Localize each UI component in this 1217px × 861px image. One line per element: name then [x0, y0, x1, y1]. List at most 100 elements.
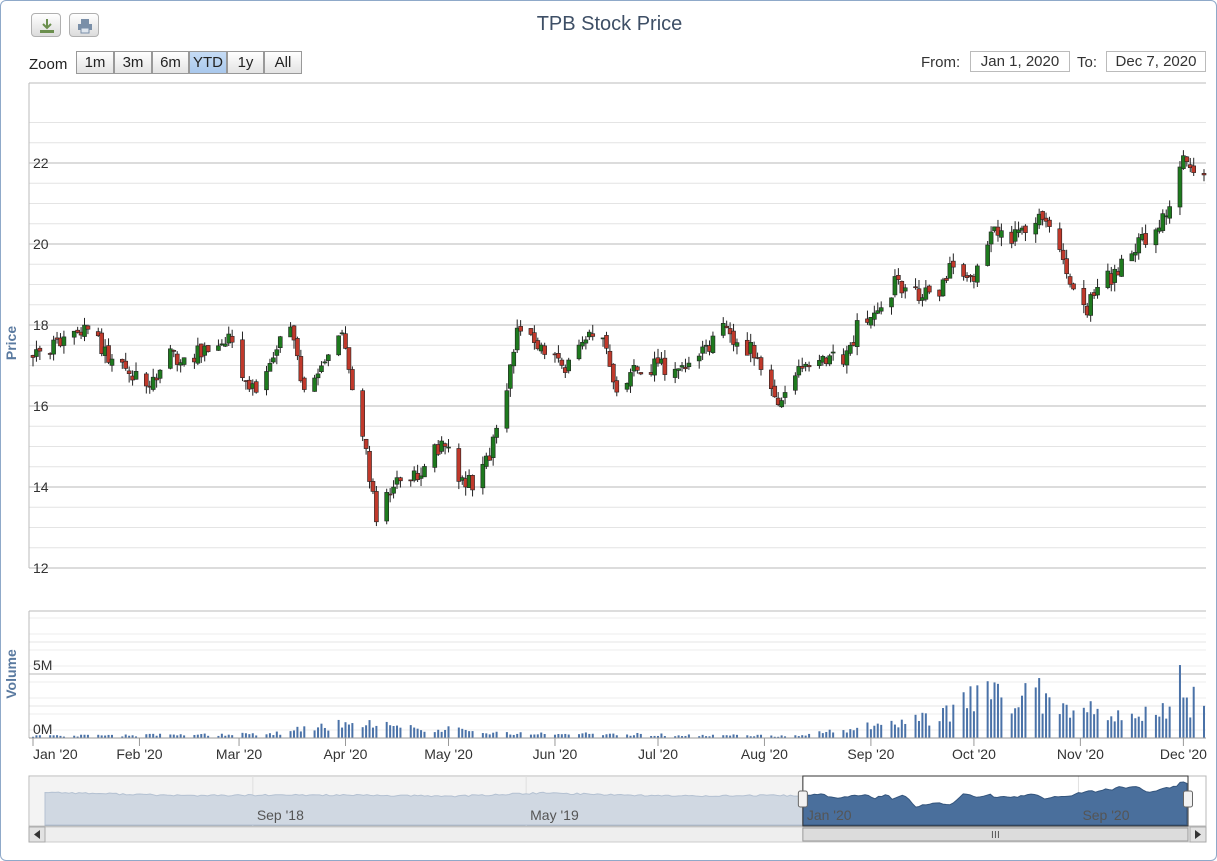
volume-bar: [1069, 717, 1072, 738]
candle-up: [576, 344, 582, 360]
candle-down: [913, 286, 918, 289]
price-tick-label: 22: [33, 155, 49, 171]
candle-up: [480, 463, 486, 489]
candle-up: [511, 351, 517, 367]
x-tick-label: Sep '20: [847, 746, 894, 762]
volume-bar: [1165, 718, 1168, 738]
volume-bar: [1154, 714, 1157, 738]
candle-up: [988, 231, 994, 245]
volume-bar: [396, 725, 399, 738]
volume-bar: [413, 727, 416, 738]
candle-down: [614, 380, 620, 393]
candle-down: [240, 339, 245, 379]
candle-down: [1047, 219, 1052, 227]
volume-bar: [317, 727, 320, 738]
volume-bar: [344, 722, 347, 738]
candle-up: [854, 320, 860, 347]
x-tick-label: Nov '20: [1057, 746, 1104, 762]
candle-down: [229, 335, 235, 343]
volume-bar: [1120, 720, 1123, 738]
candle-up: [422, 466, 427, 478]
volume-bar: [1017, 707, 1020, 738]
volume-bar: [856, 727, 859, 738]
navigator-handle-left[interactable]: [797, 790, 808, 808]
volume-bar: [990, 699, 993, 738]
navigator-tick-label: Sep '20: [1082, 807, 1129, 823]
volume-bar: [447, 726, 450, 738]
volume-bar: [986, 681, 989, 738]
candle-up: [157, 369, 163, 379]
volume-bar: [303, 726, 306, 738]
volume-bar: [152, 733, 155, 738]
volume-bar: [588, 733, 591, 738]
candle-up: [872, 312, 877, 320]
stock-chart[interactable]: 12 14 16 18 20 22 0M 5M Price Volume Jan '20 Fe…: [1, 1, 1216, 860]
candle-down: [724, 325, 729, 328]
candle-up: [271, 357, 276, 363]
volume-bar: [457, 727, 460, 738]
volume-bar: [952, 704, 955, 738]
price-tick-label: 12: [33, 560, 49, 576]
candle-down: [951, 260, 956, 268]
volume-grid: [29, 610, 1206, 739]
volume-bar: [890, 720, 893, 738]
volume-bar: [337, 719, 340, 738]
candle-down: [1143, 233, 1148, 245]
navigator[interactable]: Sep '18 May '19 Jan '20 Sep '20: [28, 775, 1207, 827]
candle-down: [556, 353, 561, 359]
price-tick-label: 14: [33, 479, 49, 495]
volume-bar: [420, 730, 423, 738]
navigator-tick-label: Jan '20: [807, 807, 852, 823]
volume-bar: [320, 723, 323, 738]
candle-up: [277, 336, 283, 348]
volume-bar: [976, 685, 979, 738]
volume-bar: [1010, 713, 1013, 738]
navigator-handle-right[interactable]: [1183, 790, 1193, 808]
candle-up: [696, 355, 702, 362]
volume-bar: [505, 732, 508, 738]
volume-bar: [567, 734, 570, 738]
candle-up: [336, 335, 341, 356]
candle-up: [830, 351, 836, 354]
candle-down: [343, 333, 348, 349]
volume-bar: [636, 732, 639, 738]
navigator-tick-label: May '19: [530, 807, 579, 823]
volume-bar: [828, 729, 831, 738]
candle-down: [751, 344, 757, 359]
volume-bar: [1130, 713, 1133, 738]
volume-bar: [897, 727, 900, 738]
volume-bar: [275, 731, 278, 738]
candle-up: [700, 346, 705, 354]
scrollbar[interactable]: [28, 826, 1207, 843]
candle-down: [363, 438, 369, 449]
volume-bar: [1086, 712, 1089, 738]
candle-up: [628, 372, 633, 387]
volume-bar: [1113, 721, 1116, 738]
volume-bar: [172, 734, 175, 738]
candle-up: [679, 365, 685, 368]
volume-bar: [124, 734, 127, 738]
volume-bar: [251, 733, 254, 738]
candle-up: [734, 342, 740, 347]
candle-up: [889, 297, 894, 308]
volume-bar: [461, 728, 464, 738]
candle-down: [961, 264, 966, 277]
navigator-mask-left: [30, 777, 803, 825]
volume-bar: [557, 733, 560, 738]
volume-bar: [1014, 708, 1017, 738]
volume-bar: [972, 711, 975, 738]
candle-up: [391, 486, 396, 494]
candle-down: [1191, 165, 1196, 173]
volume-bar: [993, 682, 996, 738]
volume-bar: [921, 712, 924, 738]
volume-bar: [437, 729, 440, 738]
volume-bar: [564, 733, 567, 738]
volume-bar: [529, 734, 532, 738]
volume-bar: [873, 725, 876, 738]
volume-bar: [1189, 717, 1192, 738]
volume-bar: [626, 734, 629, 738]
volume-bar: [1045, 693, 1048, 738]
volume-bar: [485, 733, 488, 738]
volume-bar: [533, 734, 536, 738]
x-tick-label: Apr '20: [324, 746, 368, 762]
